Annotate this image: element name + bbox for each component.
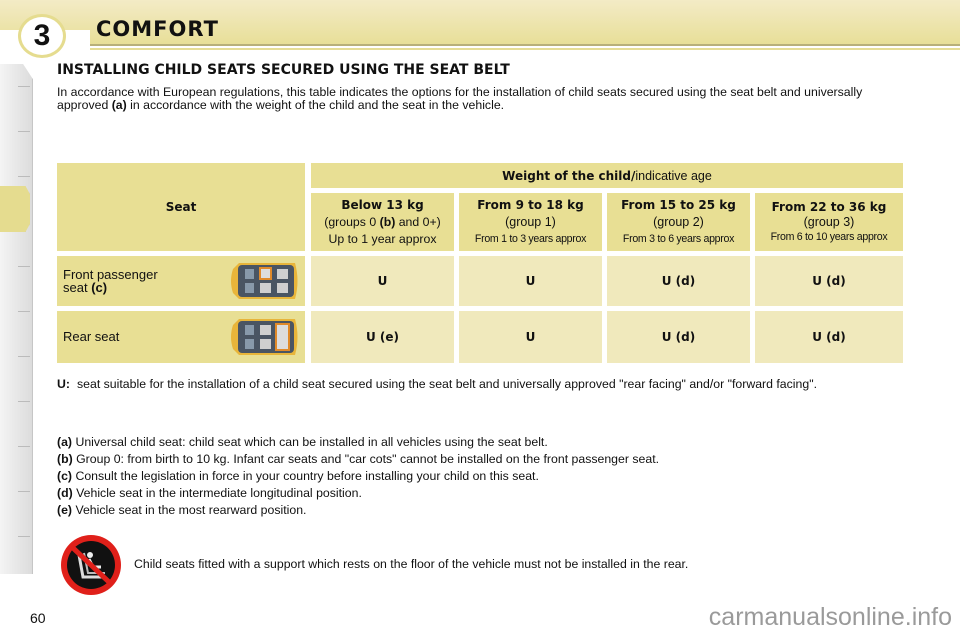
weight-header: Weight of the child/indicative age [311, 163, 903, 188]
column-group: (group 2) [653, 214, 704, 229]
weight-header-normal: indicative age [635, 168, 712, 183]
car-top-view-rear-seat-highlighted-icon [231, 319, 298, 355]
group-text: (groups 0 [324, 214, 380, 229]
watermark: carmanualsonline.info [708, 603, 952, 631]
seat-label-text: seat [63, 280, 92, 295]
column-age: Up to 1 year approx [328, 231, 437, 246]
cell-value: U (d) [755, 311, 903, 363]
footnote-key: (a) [57, 435, 73, 449]
page-number: 60 [30, 610, 46, 626]
group-text: and 0+) [395, 214, 441, 229]
tab-divider [18, 176, 30, 177]
section-title: INSTALLING CHILD SEATS SECURED USING THE… [57, 62, 510, 78]
column-header-group-2: From 15 to 25 kg (group 2) From 3 to 6 y… [607, 193, 750, 251]
chapter-title: COMFORT [96, 17, 219, 41]
column-age: From 6 to 10 years approx [770, 230, 888, 243]
seat-label: Front passenger seat (c) [63, 268, 158, 294]
tab-divider [18, 536, 30, 537]
footnote-key: (e) [57, 503, 73, 517]
column-header-below-13kg: Below 13 kg (groups 0 (b) and 0+) Up to … [311, 193, 454, 251]
footnote-d: (d) Vehicle seat in the intermediate lon… [57, 485, 659, 502]
column-header-group-3: From 22 to 36 kg (group 3) From 6 to 10 … [755, 193, 903, 251]
cell-value: U [311, 256, 454, 306]
column-age: From 3 to 6 years approx [622, 232, 735, 245]
legend-u: U: seat suitable for the installation of … [57, 378, 912, 391]
footnotes: (a) Universal child seat: child seat whi… [57, 434, 659, 519]
column-group: (group 1) [505, 214, 556, 229]
legend-key: U: [57, 377, 70, 391]
column-weight: Below 13 kg [341, 197, 424, 212]
car-top-view-front-seat-highlighted-icon [231, 263, 298, 299]
footnote-key: (b) [57, 452, 73, 466]
intro-text: in accordance with the weight of the chi… [126, 98, 505, 112]
column-weight: From 22 to 36 kg [771, 199, 887, 214]
footnote-text: Vehicle seat in the most rearward positi… [72, 503, 307, 517]
seat-header: Seat [57, 163, 305, 251]
table-row-front-passenger-seat: Front passenger seat (c) [57, 256, 305, 306]
cell-value: U (d) [607, 311, 750, 363]
cell-value: U [459, 311, 602, 363]
tab-divider [18, 446, 30, 447]
footnote-text: Group 0: from birth to 10 kg. Infant car… [72, 452, 660, 466]
column-weight: From 15 to 25 kg [621, 197, 736, 212]
table-row-rear-seat: Rear seat [57, 311, 305, 363]
cell-value: U [459, 256, 602, 306]
tab-divider [18, 311, 30, 312]
no-floor-support-child-seat-icon [61, 535, 121, 595]
footnote-a: (a) Universal child seat: child seat whi… [57, 434, 659, 451]
tab-divider [18, 131, 30, 132]
footnote-key: (c) [57, 469, 73, 483]
chapter-tab-strip[interactable] [0, 64, 33, 574]
chapter-number-badge: 3 [18, 14, 66, 58]
cell-value: U (d) [607, 256, 750, 306]
warning-text: Child seats fitted with a support which … [134, 557, 689, 571]
column-age: From 1 to 3 years approx [474, 232, 587, 245]
weight-header-bold: Weight of the child/ [502, 168, 636, 183]
footnote-e: (e) Vehicle seat in the most rearward po… [57, 502, 659, 519]
chapter-tab-active[interactable] [0, 186, 30, 232]
footnote-key: (d) [57, 486, 73, 500]
seat-footnote-ref: (c) [91, 280, 108, 295]
cell-value: U (d) [755, 256, 903, 306]
footnote-c: (c) Consult the legislation in force in … [57, 468, 659, 485]
tab-divider [18, 356, 30, 357]
column-group: (groups 0 (b) and 0+) [324, 214, 441, 231]
tab-divider [18, 491, 30, 492]
column-group: (group 3) [803, 214, 855, 229]
footnote-text: Consult the legislation in force in your… [72, 469, 539, 483]
column-header-group-1: From 9 to 18 kg (group 1) From 1 to 3 ye… [459, 193, 602, 251]
legend-text: seat suitable for the installation of a … [77, 377, 817, 391]
footnote-text: Universal child seat: child seat which c… [72, 435, 548, 449]
tab-divider [18, 401, 30, 402]
tab-divider [18, 266, 30, 267]
intro-paragraph: In accordance with European regulations,… [57, 86, 912, 112]
cell-value: U (e) [311, 311, 454, 363]
tab-divider [18, 86, 30, 87]
seat-label: Rear seat [63, 329, 120, 344]
group-footnote-ref: (b) [379, 214, 396, 229]
intro-footnote-ref: (a) [111, 98, 127, 112]
footnote-b: (b) Group 0: from birth to 10 kg. Infant… [57, 451, 659, 468]
column-weight: From 9 to 18 kg [477, 197, 584, 212]
footnote-text: Vehicle seat in the intermediate longitu… [72, 486, 362, 500]
